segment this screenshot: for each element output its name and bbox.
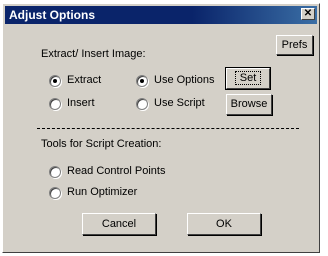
extract-radio[interactable] [49,75,61,87]
use-script-label[interactable]: Use Script [154,97,205,109]
title-bar[interactable]: Adjust Options ✕ [5,6,317,24]
prefs-button[interactable]: Prefs [276,35,313,55]
dialog-title: Adjust Options [9,8,95,22]
cancel-button-label: Cancel [101,218,137,230]
extract-insert-heading: Extract/ Insert Image: [41,48,146,60]
adjust-options-dialog: Adjust Options ✕ Prefs Extract/ Insert I… [2,3,320,253]
close-button[interactable]: ✕ [301,8,315,20]
script-tools-heading: Tools for Script Creation: [41,138,162,150]
use-options-radio[interactable] [136,75,148,87]
section-divider [37,128,299,129]
prefs-button-label: Prefs [281,39,308,51]
ok-button[interactable]: OK [187,213,261,235]
close-icon: ✕ [303,8,313,19]
set-button-label: Set [234,71,262,85]
extract-label[interactable]: Extract [67,74,101,86]
run-optimizer-label[interactable]: Run Optimizer [67,186,137,198]
browse-button[interactable]: Browse [226,94,272,115]
use-options-label[interactable]: Use Options [154,74,215,86]
set-button[interactable]: Set [225,67,271,90]
read-control-points-label[interactable]: Read Control Points [67,165,165,177]
use-script-radio[interactable] [136,98,148,110]
insert-radio[interactable] [49,98,61,110]
ok-button-label: OK [216,218,232,230]
insert-label[interactable]: Insert [67,97,95,109]
cancel-button[interactable]: Cancel [82,213,156,235]
run-optimizer-radio[interactable] [49,187,61,199]
read-control-points-radio[interactable] [49,166,61,178]
browse-button-label: Browse [230,98,268,110]
